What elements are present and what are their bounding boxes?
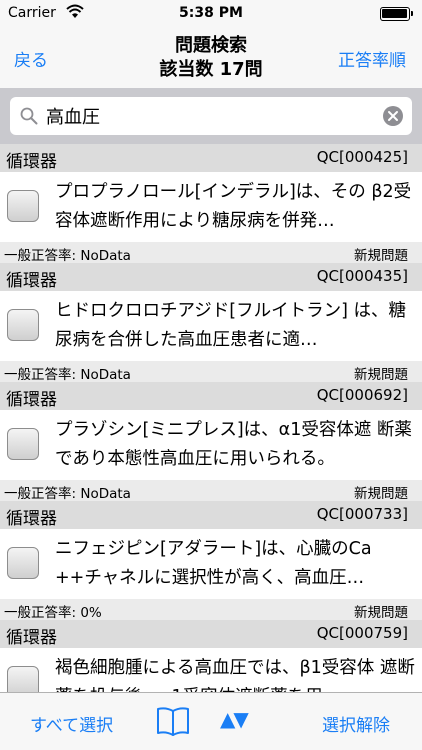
question-status: 新規問題: [354, 605, 408, 621]
search-input[interactable]: [46, 101, 376, 131]
reorder-button[interactable]: ▲▼: [220, 707, 249, 731]
category-label: 循環器: [6, 152, 57, 172]
list-item: 循環器 QC[000435] ヒドロクロロチアジド[フルイトラン] は、糖尿病を…: [0, 263, 422, 383]
question-code: QC[000435]: [316, 267, 408, 285]
section-header: 循環器 QC[000733]: [0, 501, 422, 529]
question-text: プラゾシン[ミニプレス]は、α1受容体遮 断薬であり本態性高血圧に用いられる。: [55, 420, 412, 469]
question-footer: 一般正答率: NoData 新規問題: [0, 242, 422, 264]
sort-by-rate-button[interactable]: 正答率順: [338, 46, 406, 71]
status-time: 5:38 PM: [179, 5, 243, 21]
question-row[interactable]: 褐色細胞腫による高血圧では、β1受容体 遮断薬を投与後、α1受容体遮断薬を用…: [0, 648, 422, 692]
deselect-button[interactable]: 選択解除: [322, 711, 390, 736]
question-checkbox[interactable]: [7, 190, 39, 222]
question-status: 新規問題: [354, 248, 408, 264]
question-code: QC[000759]: [316, 624, 408, 642]
section-header: 循環器 QC[000425]: [0, 144, 422, 172]
question-status: 新規問題: [354, 486, 408, 502]
bottom-toolbar: すべて選択 ▲▼ 選択解除: [0, 692, 422, 750]
question-code: QC[000425]: [316, 148, 408, 166]
list-item: 循環器 QC[000425] プロプラノロール[インデラル]は、その β2受容体…: [0, 144, 422, 264]
status-bar: Carrier 5:38 PM: [0, 0, 422, 28]
category-label: 循環器: [6, 628, 57, 648]
question-checkbox[interactable]: [7, 309, 39, 341]
question-text: ニフェジピン[アダラート]は、心臓のCa ++チャネルに選択性が高く、高血圧…: [55, 539, 372, 588]
correct-rate: 一般正答率: NoData: [4, 248, 131, 264]
question-footer: 一般正答率: 0% 新規問題: [0, 599, 422, 621]
search-icon: [20, 107, 38, 125]
select-all-button[interactable]: すべて選択: [30, 711, 113, 736]
question-text: プロプラノロール[インデラル]は、その β2受容体遮断作用により糖尿病を併発…: [55, 182, 412, 231]
section-header: 循環器 QC[000435]: [0, 263, 422, 291]
list-item: 循環器 QC[000692] プラゾシン[ミニプレス]は、α1受容体遮 断薬であ…: [0, 382, 422, 502]
question-checkbox[interactable]: [7, 547, 39, 579]
question-text: 褐色細胞腫による高血圧では、β1受容体 遮断薬を投与後、α1受容体遮断薬を用…: [55, 658, 415, 692]
search-bar: [0, 88, 422, 144]
question-row[interactable]: プロプラノロール[インデラル]は、その β2受容体遮断作用により糖尿病を併発…: [0, 172, 422, 242]
list-item: 循環器 QC[000759] 褐色細胞腫による高血圧では、β1受容体 遮断薬を投…: [0, 620, 422, 692]
correct-rate: 一般正答率: 0%: [4, 605, 102, 621]
clear-search-icon[interactable]: [383, 106, 403, 126]
question-text: ヒドロクロロチアジド[フルイトラン] は、糖尿病を合併した高血圧患者に適…: [55, 301, 407, 350]
book-icon[interactable]: [156, 706, 190, 736]
question-row[interactable]: ニフェジピン[アダラート]は、心臓のCa ++チャネルに選択性が高く、高血圧…: [0, 529, 422, 599]
correct-rate: 一般正答率: NoData: [4, 486, 131, 502]
section-header: 循環器 QC[000759]: [0, 620, 422, 648]
question-checkbox[interactable]: [7, 666, 39, 692]
question-footer: 一般正答率: NoData 新規問題: [0, 480, 422, 502]
question-list[interactable]: 循環器 QC[000425] プロプラノロール[インデラル]は、その β2受容体…: [0, 144, 422, 692]
section-header: 循環器 QC[000692]: [0, 382, 422, 410]
navigation-bar: 戻る 問題検索 該当数 17問 正答率順: [0, 28, 422, 88]
question-code: QC[000733]: [316, 505, 408, 523]
correct-rate: 一般正答率: NoData: [4, 367, 131, 383]
category-label: 循環器: [6, 509, 57, 529]
question-status: 新規問題: [354, 367, 408, 383]
search-field[interactable]: [10, 97, 412, 135]
category-label: 循環器: [6, 390, 57, 410]
list-item: 循環器 QC[000733] ニフェジピン[アダラート]は、心臓のCa ++チャ…: [0, 501, 422, 621]
question-row[interactable]: プラゾシン[ミニプレス]は、α1受容体遮 断薬であり本態性高血圧に用いられる。: [0, 410, 422, 480]
question-footer: 一般正答率: NoData 新規問題: [0, 361, 422, 383]
category-label: 循環器: [6, 271, 57, 291]
question-code: QC[000692]: [316, 386, 408, 404]
question-checkbox[interactable]: [7, 428, 39, 460]
battery-icon: [380, 7, 414, 21]
question-row[interactable]: ヒドロクロロチアジド[フルイトラン] は、糖尿病を合併した高血圧患者に適…: [0, 291, 422, 361]
